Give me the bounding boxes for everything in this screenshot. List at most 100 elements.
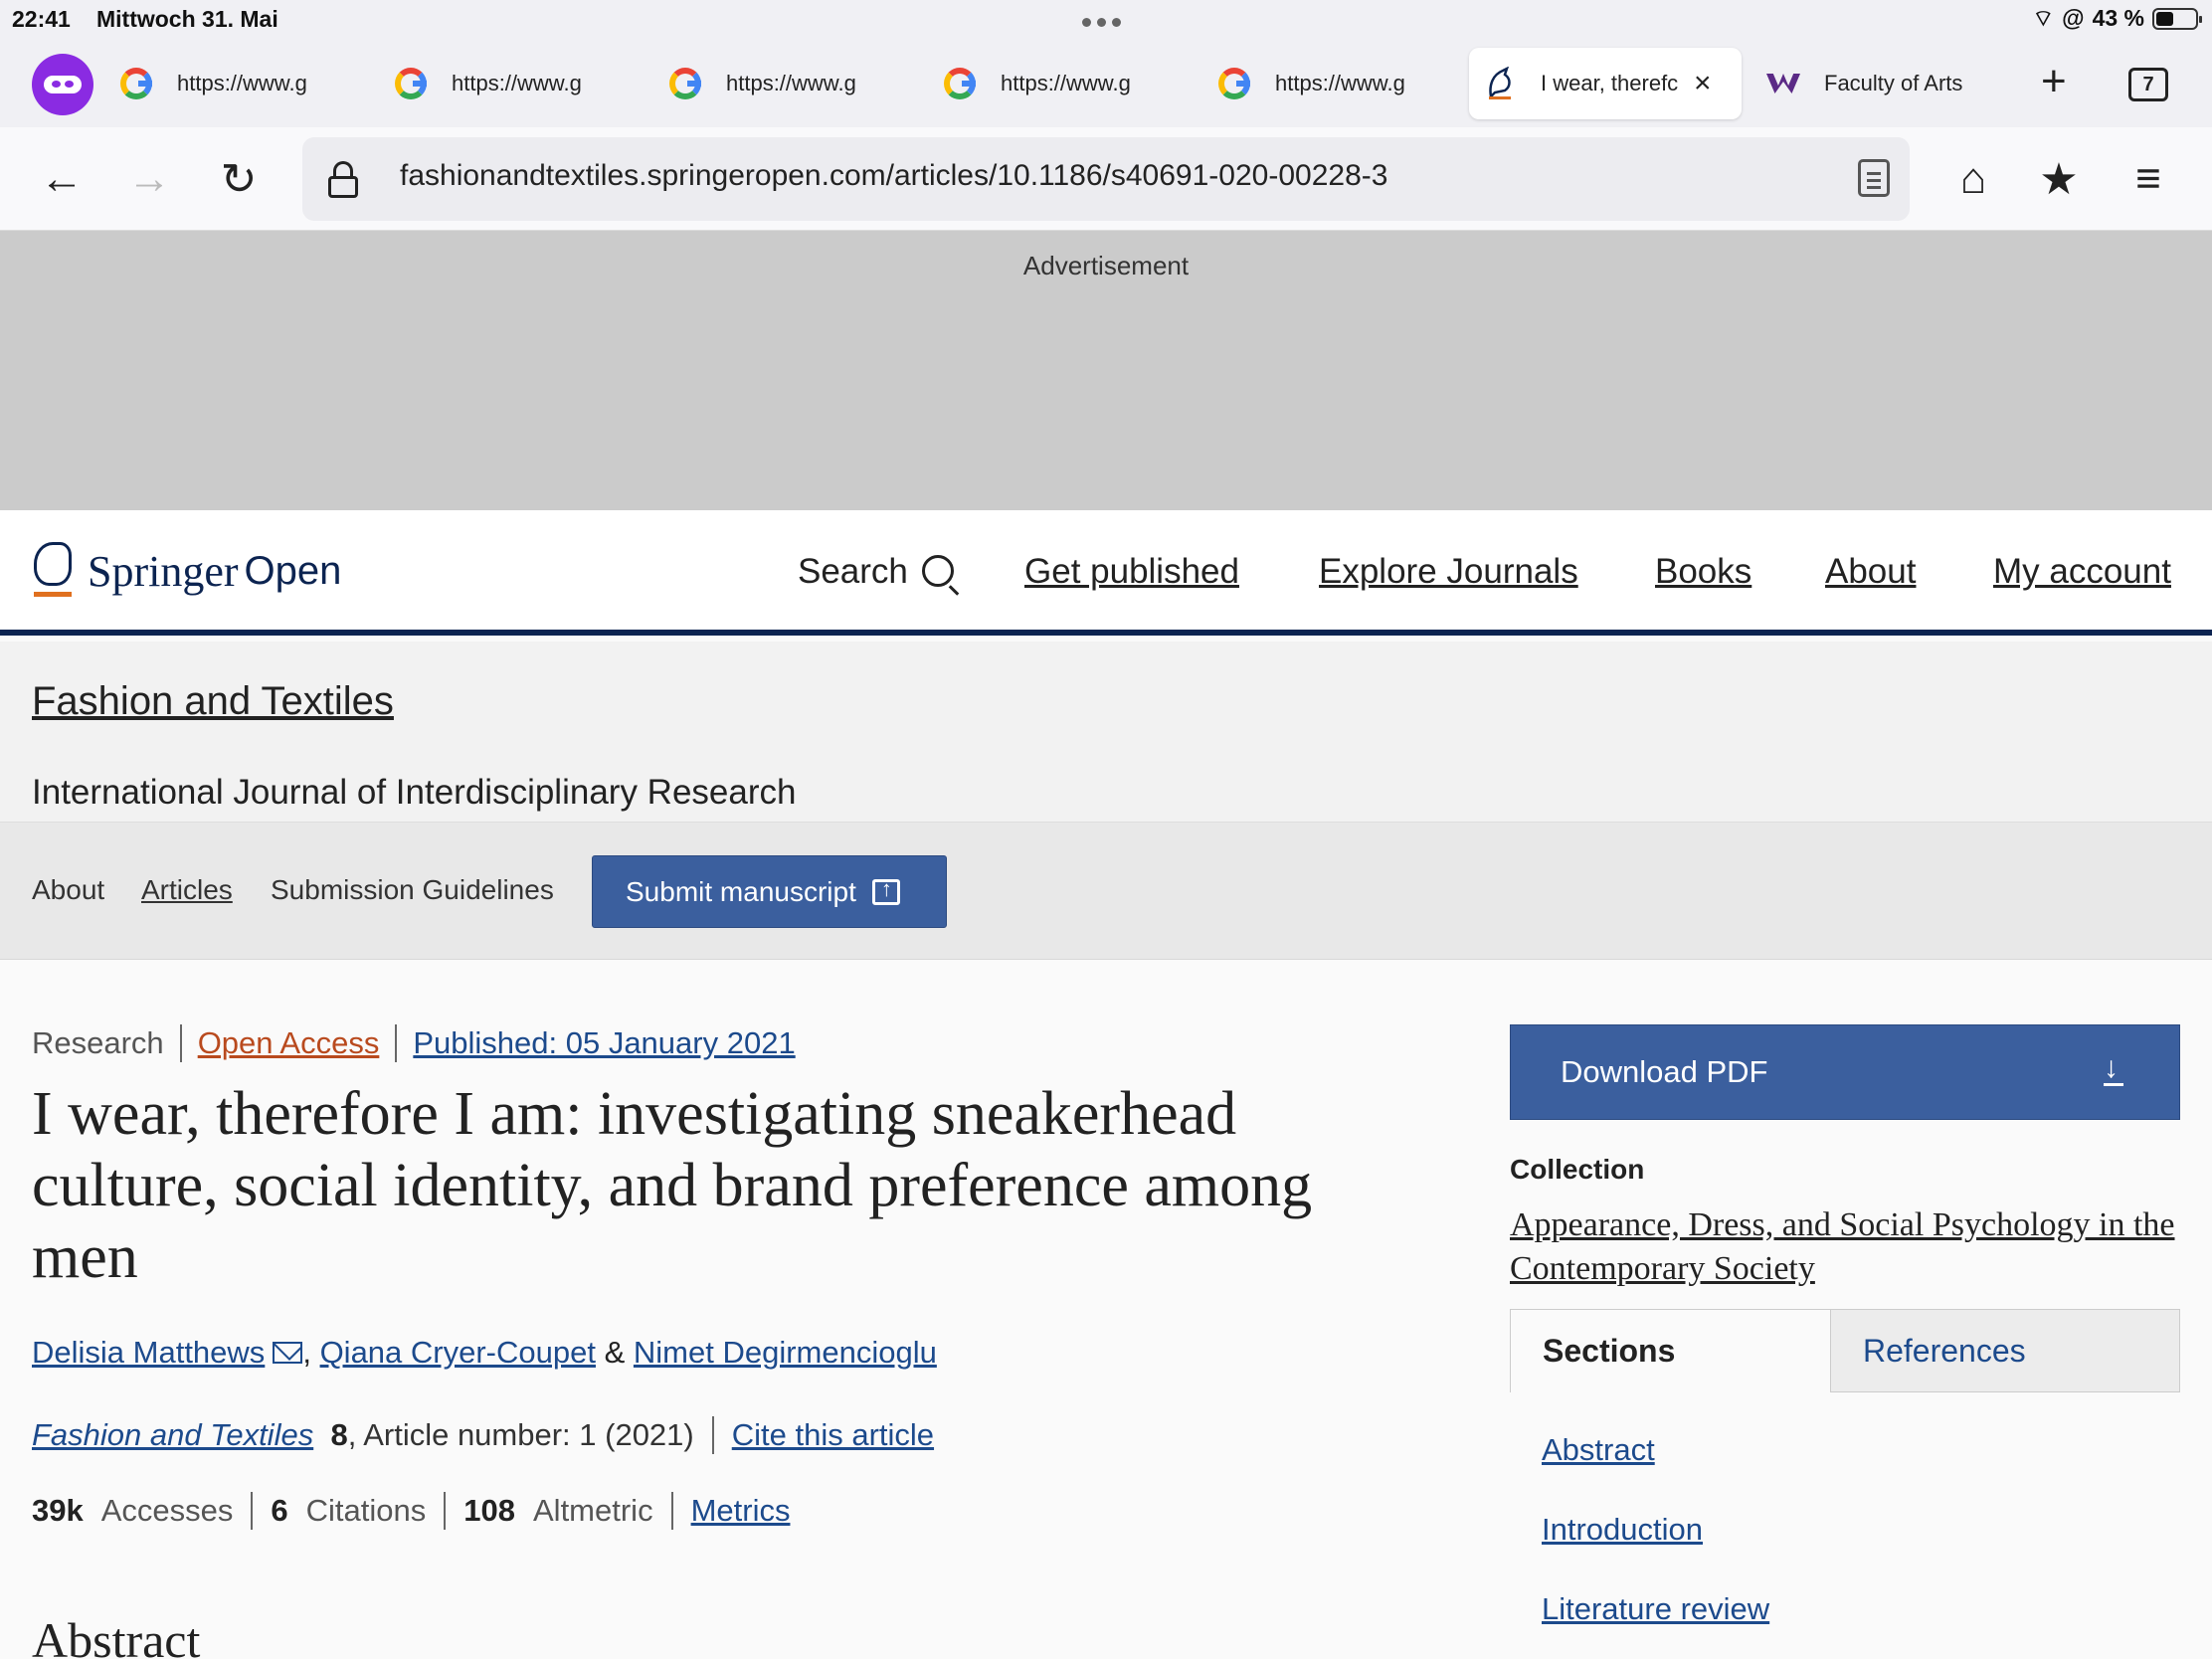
private-browsing-icon[interactable] bbox=[32, 54, 93, 115]
browser-tab[interactable]: https://www.g bbox=[654, 48, 927, 119]
journal-header: Fashion and Textiles International Journ… bbox=[0, 642, 2212, 823]
published-date-link[interactable]: Published: 05 January 2021 bbox=[413, 1025, 795, 1061]
tab-strip: https://www.g https://www.g https://www.… bbox=[0, 40, 2212, 127]
status-time: 22:41 bbox=[12, 6, 71, 32]
url-text[interactable]: fashionandtextiles.springeropen.com/arti… bbox=[400, 159, 1387, 193]
back-arrow-icon[interactable]: ← bbox=[36, 153, 88, 205]
site-header: Springer Open Search Get published Explo… bbox=[0, 510, 2212, 636]
journal-nav-about[interactable]: About bbox=[32, 874, 104, 906]
journal-nav-articles[interactable]: Articles bbox=[141, 874, 233, 906]
submit-manuscript-button[interactable]: Submit manuscript bbox=[592, 855, 947, 928]
status-indicators: ⌔ @ 43 % bbox=[2032, 4, 2202, 33]
bookmark-star-icon[interactable]: ★ bbox=[2033, 153, 2085, 205]
nav-books[interactable]: Books bbox=[1655, 552, 1751, 592]
status-date: Mittwoch 31. Mai bbox=[96, 6, 278, 32]
nav-get-published[interactable]: Get published bbox=[1024, 552, 1239, 592]
email-icon[interactable] bbox=[273, 1342, 303, 1364]
citation-article-number: , Article number: 1 (2021) bbox=[347, 1417, 694, 1452]
accesses-count: 39k bbox=[32, 1493, 84, 1528]
browser-window: 22:41 Mittwoch 31. Mai ⌔ @ 43 % https://… bbox=[0, 0, 2212, 1659]
browser-tab[interactable]: https://www.g bbox=[380, 48, 652, 119]
submit-manuscript-label: Submit manuscript bbox=[626, 875, 856, 907]
status-bar: 22:41 Mittwoch 31. Mai ⌔ @ 43 % bbox=[0, 0, 2212, 40]
tab-sections[interactable]: Sections bbox=[1510, 1309, 1830, 1392]
search-icon bbox=[921, 555, 954, 587]
open-access-link[interactable]: Open Access bbox=[198, 1025, 380, 1061]
section-link[interactable]: Introduction bbox=[1542, 1512, 1703, 1548]
multitask-dots-icon[interactable] bbox=[1082, 18, 1121, 27]
collection-link[interactable]: Appearance, Dress, and Social Psychology… bbox=[1510, 1203, 2196, 1291]
journal-subtitle: International Journal of Interdisciplina… bbox=[32, 773, 797, 812]
browser-tab[interactable]: https://www.g bbox=[1203, 48, 1476, 119]
metrics-link[interactable]: Metrics bbox=[691, 1493, 791, 1529]
tab-references[interactable]: References bbox=[1830, 1309, 2180, 1392]
author-list: Delisia Matthews , Qiana Cryer-Coupet & … bbox=[32, 1335, 937, 1371]
orientation-lock-icon: @ bbox=[2062, 5, 2085, 31]
advertisement-banner: Advertisement bbox=[0, 231, 2212, 510]
tab-label: https://www.g bbox=[1275, 71, 1405, 95]
nav-my-account[interactable]: My account bbox=[1993, 552, 2171, 592]
menu-icon[interactable]: ≡ bbox=[2122, 153, 2174, 205]
citation-line: Fashion and Textiles 8 , Article number:… bbox=[32, 1416, 934, 1454]
home-icon[interactable]: ⌂ bbox=[1947, 153, 1999, 205]
tab-label: https://www.g bbox=[726, 71, 856, 95]
journal-nav-guidelines[interactable]: Submission Guidelines bbox=[271, 874, 554, 906]
new-tab-plus-icon[interactable]: + bbox=[2041, 60, 2067, 103]
google-icon bbox=[119, 67, 153, 100]
browser-tab-active[interactable]: I wear, therefc × bbox=[1469, 48, 1742, 119]
tab-count-button[interactable]: 7 bbox=[2128, 68, 2168, 101]
address-bar[interactable]: fashionandtextiles.springeropen.com/arti… bbox=[302, 137, 1910, 221]
reader-view-icon[interactable] bbox=[1858, 159, 1890, 197]
tab-label: https://www.g bbox=[1001, 71, 1131, 95]
author-link[interactable]: Qiana Cryer-Coupet bbox=[320, 1335, 596, 1371]
author-link[interactable]: Delisia Matthews bbox=[32, 1335, 265, 1371]
nav-about[interactable]: About bbox=[1825, 552, 1916, 592]
journal-nav: About Articles Submission Guidelines Sub… bbox=[0, 823, 2212, 960]
navigation-toolbar: ← → ↻ fashionandtextiles.springeropen.co… bbox=[0, 127, 2212, 231]
springer-open-logo[interactable]: Springer Open bbox=[30, 540, 341, 602]
article-title: I wear, therefore I am: investigating sn… bbox=[32, 1080, 1313, 1291]
section-link[interactable]: Abstract bbox=[1542, 1432, 1655, 1468]
altmetric-count: 108 bbox=[463, 1493, 515, 1528]
collection-label: Collection bbox=[1510, 1154, 1645, 1185]
reload-icon[interactable]: ↻ bbox=[213, 153, 265, 205]
section-link[interactable]: Literature review bbox=[1542, 1591, 1769, 1627]
google-icon bbox=[394, 67, 428, 100]
browser-tab[interactable]: https://www.g bbox=[105, 48, 378, 119]
author-separator: , bbox=[302, 1335, 311, 1370]
forward-arrow-icon[interactable]: → bbox=[123, 153, 175, 205]
browser-tab[interactable]: https://www.g bbox=[929, 48, 1201, 119]
browser-tab[interactable]: Faculty of Arts bbox=[1752, 48, 2025, 119]
lock-icon[interactable] bbox=[328, 161, 358, 198]
google-icon bbox=[668, 67, 702, 100]
wifi-icon: ⌔ bbox=[2032, 5, 2055, 31]
external-link-icon bbox=[871, 876, 900, 905]
springer-horse-icon bbox=[30, 540, 76, 602]
sidebar-tabs: Sections References bbox=[1510, 1309, 2180, 1392]
citation-journal-link[interactable]: Fashion and Textiles bbox=[32, 1417, 313, 1453]
author-separator: & bbox=[604, 1335, 626, 1370]
cite-this-article-link[interactable]: Cite this article bbox=[732, 1417, 934, 1453]
citation-volume: 8 bbox=[330, 1417, 348, 1452]
article-metrics: 39k Accesses 6 Citations 108 Altmetric M… bbox=[32, 1492, 790, 1530]
download-pdf-button[interactable]: Download PDF bbox=[1510, 1024, 2180, 1120]
nav-explore-journals[interactable]: Explore Journals bbox=[1319, 552, 1578, 592]
close-tab-icon[interactable]: × bbox=[1694, 67, 1712, 100]
accesses-label: Accesses bbox=[100, 1493, 234, 1528]
citations-label: Citations bbox=[305, 1493, 427, 1528]
altmetric-label: Altmetric bbox=[533, 1493, 653, 1528]
google-icon bbox=[1217, 67, 1251, 100]
nav-search-label: Search bbox=[798, 552, 908, 591]
w-icon bbox=[1766, 67, 1800, 100]
advertisement-label: Advertisement bbox=[1022, 251, 1190, 280]
logo-suffix: Open bbox=[244, 548, 342, 593]
tab-label: https://www.g bbox=[177, 71, 307, 95]
journal-title-link[interactable]: Fashion and Textiles bbox=[32, 679, 394, 724]
springer-icon bbox=[1483, 67, 1517, 100]
download-icon bbox=[2104, 1051, 2123, 1087]
nav-search[interactable]: Search bbox=[798, 552, 954, 592]
battery-icon bbox=[2152, 7, 2202, 30]
google-icon bbox=[943, 67, 977, 100]
article-type: Research bbox=[32, 1025, 164, 1060]
author-link[interactable]: Nimet Degirmencioglu bbox=[634, 1335, 937, 1371]
